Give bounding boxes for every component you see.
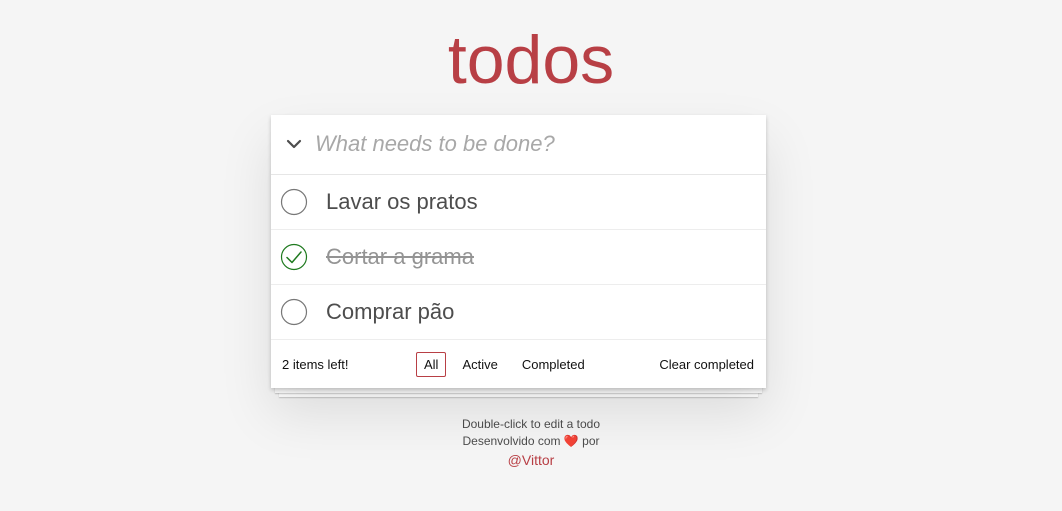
credit-line: Desenvolvido com ❤️ por — [0, 433, 1062, 450]
todo-app: Lavar os pratos Cortar a grama Comprar p… — [271, 115, 766, 388]
todo-label[interactable]: Lavar os pratos — [326, 175, 478, 229]
check-circle-icon[interactable] — [280, 243, 308, 271]
circle-icon[interactable] — [280, 188, 308, 216]
circle-icon[interactable] — [280, 298, 308, 326]
heart-icon: ❤️ — [563, 434, 579, 448]
filter-all[interactable]: All — [416, 352, 447, 377]
todo-item[interactable]: Comprar pão — [271, 285, 766, 340]
new-todo-row — [271, 115, 766, 175]
filter-completed[interactable]: Completed — [514, 352, 593, 377]
items-left-count: 2 items left! — [282, 357, 349, 372]
filter-active[interactable]: Active — [454, 352, 505, 377]
filters: All Active Completed — [416, 352, 593, 377]
chevron-down-icon[interactable] — [283, 133, 305, 155]
clear-completed-button[interactable]: Clear completed — [659, 357, 754, 372]
author-link[interactable]: @Vittor — [508, 452, 555, 469]
credit-prefix: Desenvolvido com — [462, 434, 561, 448]
todo-label[interactable]: Cortar a grama — [326, 230, 474, 284]
todo-label[interactable]: Comprar pão — [326, 285, 454, 339]
todo-item[interactable]: Lavar os pratos — [271, 175, 766, 230]
info-footer: Double-click to edit a todo Desenvolvido… — [0, 416, 1062, 470]
new-todo-input[interactable] — [315, 115, 755, 173]
app-title: todos — [447, 22, 615, 98]
todo-item[interactable]: Cortar a grama — [271, 230, 766, 285]
credit-suffix: por — [582, 434, 600, 448]
edit-hint: Double-click to edit a todo — [461, 417, 601, 431]
todo-list: Lavar os pratos Cortar a grama Comprar p… — [271, 175, 766, 340]
todo-footer: 2 items left! All Active Completed Clear… — [271, 340, 766, 388]
